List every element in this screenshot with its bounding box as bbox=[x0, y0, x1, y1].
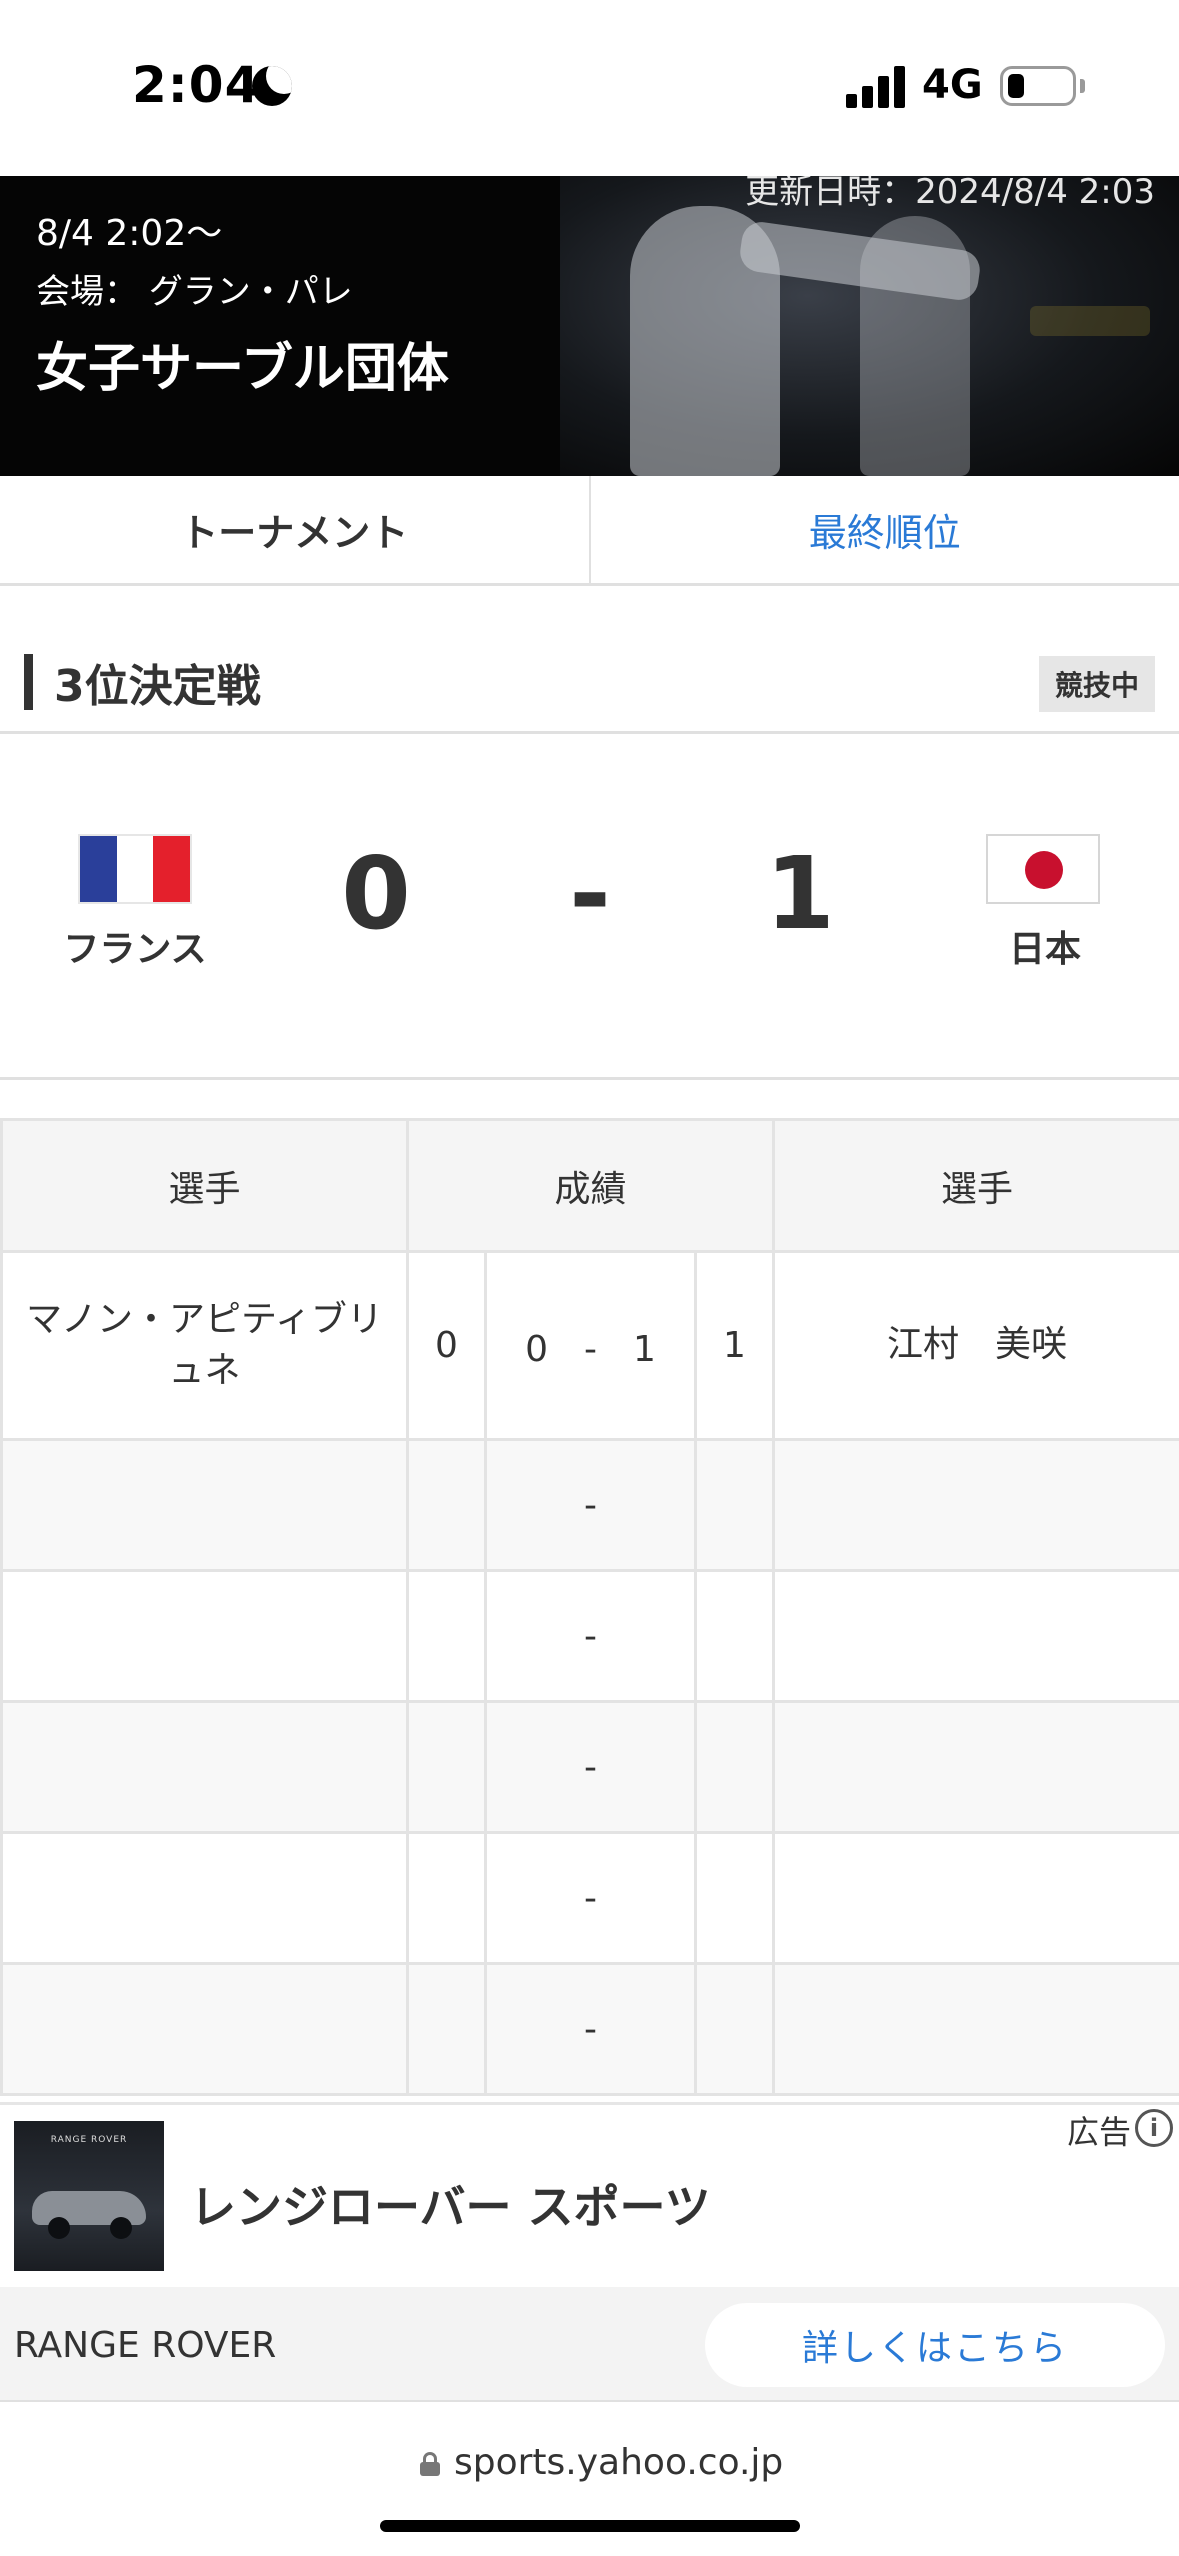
match-scoreboard: フランス 0 - 1 日本 bbox=[0, 734, 1179, 1080]
right-player-name bbox=[772, 1962, 1179, 2096]
battery-tip bbox=[1080, 79, 1085, 93]
right-total-score bbox=[693, 1569, 776, 1703]
home-indicator[interactable] bbox=[380, 2520, 800, 2532]
table-header-row: 選手 成績 選手 bbox=[0, 1118, 1179, 1253]
left-total-score bbox=[406, 1700, 487, 1834]
car-wheel bbox=[110, 2217, 132, 2239]
left-player-name bbox=[0, 1438, 409, 1572]
left-player-name bbox=[0, 1569, 409, 1703]
ad-info-icon[interactable]: i bbox=[1135, 2109, 1173, 2147]
left-total-score bbox=[406, 1831, 487, 1965]
right-total-score bbox=[693, 1962, 776, 2096]
table-row: - bbox=[0, 1438, 1179, 1572]
status-bar: 2:04 4G bbox=[0, 0, 1179, 176]
left-player-name bbox=[0, 1831, 409, 1965]
right-team-score: 1 bbox=[765, 835, 835, 952]
right-total-score: 1 bbox=[693, 1250, 776, 1441]
bout-results-table: 選手 成績 選手 マノン・アピティブリュネ 0 0 - 1 1 江村 美咲 - … bbox=[0, 1118, 1179, 2096]
bout-score: - bbox=[484, 1700, 697, 1834]
advertisement[interactable]: 広告 i RANGE ROVER レンジローバー スポーツ RANGE ROVE… bbox=[0, 2102, 1179, 2403]
right-player-name bbox=[772, 1831, 1179, 1965]
car-wheel bbox=[48, 2217, 70, 2239]
moon-icon bbox=[252, 66, 292, 106]
bout-score: 0 - 1 bbox=[484, 1250, 697, 1441]
bout-score: - bbox=[484, 1831, 697, 1965]
browser-url-bar[interactable]: sports.yahoo.co.jp bbox=[0, 2400, 1179, 2556]
event-title: 女子サーブル団体 bbox=[36, 339, 449, 399]
bout-score: - bbox=[484, 1438, 697, 1572]
status-badge: 競技中 bbox=[1038, 656, 1155, 712]
event-hero-banner: 更新日時：2024/8/4 2:03 8/4 2:02〜 会場： グラン・パレ … bbox=[0, 176, 1179, 476]
bout-score: - bbox=[484, 1962, 697, 2096]
ad-advertiser: RANGE ROVER bbox=[14, 2325, 277, 2366]
left-total-score bbox=[406, 1438, 487, 1572]
event-datetime: 8/4 2:02〜 bbox=[36, 213, 223, 254]
fencing-photo bbox=[560, 176, 1179, 476]
ad-footer: RANGE ROVER 詳しくはこちら bbox=[0, 2287, 1179, 2403]
left-player-name: マノン・アピティブリュネ bbox=[0, 1250, 409, 1441]
left-total-score: 0 bbox=[406, 1250, 487, 1441]
ad-cta-button[interactable]: 詳しくはこちら bbox=[705, 2303, 1165, 2387]
right-total-score bbox=[693, 1700, 776, 1834]
header-result: 成績 bbox=[405, 1118, 776, 1253]
left-total-score bbox=[406, 1962, 487, 2096]
table-row: - bbox=[0, 1831, 1179, 1965]
right-player-name bbox=[772, 1438, 1179, 1572]
updated-timestamp: 更新日時：2024/8/4 2:03 bbox=[745, 176, 1155, 212]
network-label: 4G bbox=[922, 62, 983, 108]
right-total-score bbox=[693, 1438, 776, 1572]
bout-score: - bbox=[484, 1569, 697, 1703]
section-accent-bar bbox=[24, 654, 33, 710]
ad-label: 広告 bbox=[1066, 2113, 1131, 2151]
tab-final-standings[interactable]: 最終順位 bbox=[591, 476, 1179, 583]
header-right-player: 選手 bbox=[772, 1118, 1179, 1253]
right-team-name: 日本 bbox=[1008, 929, 1081, 970]
cellular-signal-icon bbox=[846, 64, 906, 108]
header-left-player: 選手 bbox=[0, 1118, 409, 1253]
table-row: - bbox=[0, 1569, 1179, 1703]
tab-bar: トーナメント 最終順位 bbox=[0, 476, 1179, 586]
right-player-name bbox=[772, 1569, 1179, 1703]
tab-tournament[interactable]: トーナメント bbox=[0, 476, 591, 583]
lock-icon bbox=[420, 2452, 440, 2476]
match-section-header: 3位決定戦 競技中 bbox=[0, 620, 1179, 734]
right-total-score bbox=[693, 1831, 776, 1965]
battery-icon bbox=[1000, 66, 1076, 106]
left-total-score bbox=[406, 1569, 487, 1703]
left-team-score: 0 bbox=[341, 835, 411, 952]
event-venue: 会場： グラン・パレ bbox=[36, 272, 353, 312]
left-player-name bbox=[0, 1962, 409, 2096]
ad-title[interactable]: レンジローバー スポーツ bbox=[190, 2171, 711, 2237]
france-flag-icon bbox=[78, 834, 192, 904]
ad-thumbnail-brand: RANGE ROVER bbox=[50, 2135, 128, 2145]
ad-thumbnail[interactable]: RANGE ROVER bbox=[14, 2121, 164, 2271]
table-row: マノン・アピティブリュネ 0 0 - 1 1 江村 美咲 bbox=[0, 1250, 1179, 1441]
japan-flag-icon bbox=[986, 834, 1100, 904]
left-player-name bbox=[0, 1700, 409, 1834]
score-separator: - bbox=[569, 835, 611, 952]
url-text[interactable]: sports.yahoo.co.jp bbox=[454, 2442, 783, 2483]
table-row: - bbox=[0, 1962, 1179, 2096]
table-row: - bbox=[0, 1700, 1179, 1834]
section-title: 3位決定戦 bbox=[54, 661, 261, 712]
right-player-name bbox=[772, 1700, 1179, 1834]
right-player-name: 江村 美咲 bbox=[772, 1250, 1179, 1441]
status-time: 2:04 bbox=[132, 56, 261, 114]
left-team-name: フランス bbox=[63, 929, 207, 970]
